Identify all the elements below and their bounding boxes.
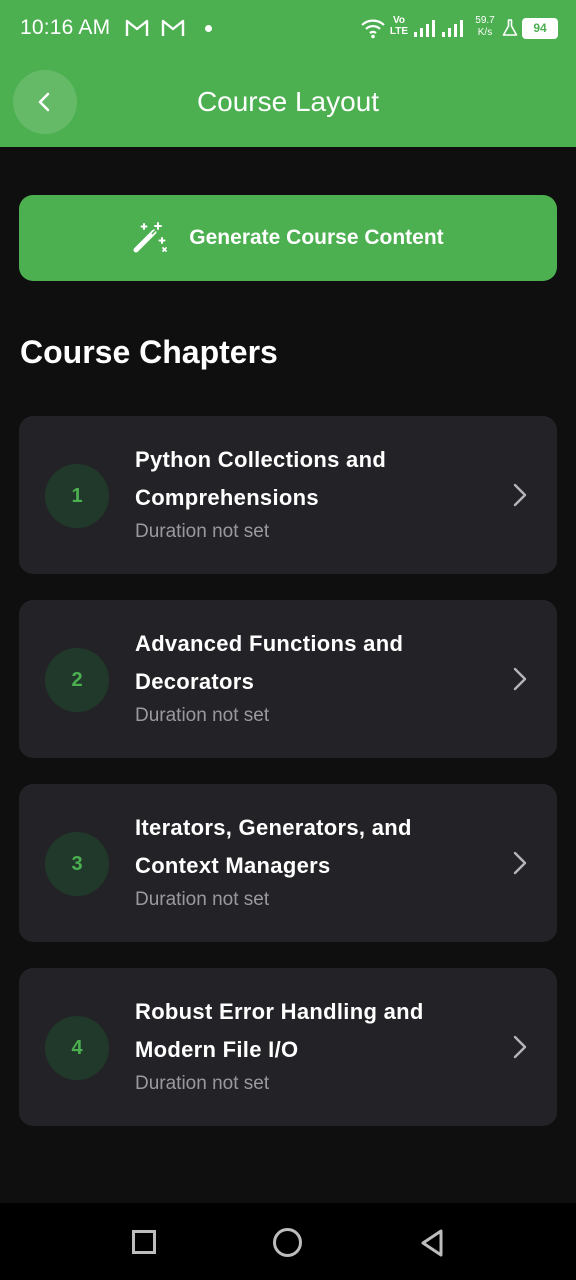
chapter-title: Python Collections and Comprehensions	[135, 447, 387, 510]
volte-indicator: Vo LTE	[388, 15, 410, 45]
chapter-number-badge: 3	[45, 832, 109, 896]
battery-indicator: 94	[522, 18, 558, 39]
recent-apps-button[interactable]	[132, 1230, 156, 1254]
flask-icon	[502, 19, 518, 36]
system-navigation-bar	[0, 1203, 576, 1280]
status-time: 10:16 AM	[20, 16, 111, 39]
chevron-right-icon	[513, 667, 527, 691]
magic-wand-icon	[133, 222, 168, 253]
network-speed-unit: K/s	[477, 27, 493, 38]
chapter-duration: Duration not set	[135, 1073, 270, 1094]
chapter-title: Iterators, Generators, and Context Manag…	[135, 815, 412, 878]
chapter-card[interactable]: 2 Advanced Functions and Decorators Dura…	[19, 600, 557, 758]
app-header: 10:16 AM Vo LTE 59.7 K/s 94 Course Layou…	[0, 0, 576, 147]
generate-button-label: Generate Course Content	[189, 226, 444, 249]
chapter-card[interactable]: 3 Iterators, Generators, and Context Man…	[19, 784, 557, 942]
status-bar: 10:16 AM Vo LTE 59.7 K/s 94	[0, 0, 576, 58]
chapter-duration: Duration not set	[135, 705, 270, 726]
wifi-icon	[361, 19, 385, 39]
signal-bars-icon	[414, 20, 463, 37]
notification-dot	[205, 25, 212, 32]
system-back-button[interactable]	[419, 1228, 445, 1258]
chapter-number-badge: 1	[45, 464, 109, 528]
generate-course-content-button[interactable]: Generate Course Content	[19, 195, 557, 281]
chevron-right-icon	[513, 851, 527, 875]
page-title: Course Layout	[196, 86, 380, 117]
home-button[interactable]	[273, 1228, 302, 1257]
chapter-number-badge: 4	[45, 1016, 109, 1080]
chapter-duration: Duration not set	[135, 521, 270, 542]
chapter-duration: Duration not set	[135, 889, 270, 910]
chapter-card[interactable]: 1 Python Collections and Comprehensions …	[19, 416, 557, 574]
chapter-title: Advanced Functions and Decorators	[135, 631, 404, 694]
gmail-icon	[125, 19, 149, 36]
section-title: Course Chapters	[20, 334, 278, 370]
chevron-right-icon	[513, 1035, 527, 1059]
chapter-title: Robust Error Handling and Modern File I/…	[135, 999, 424, 1062]
chapter-number-badge: 2	[45, 648, 109, 712]
chapter-card[interactable]: 4 Robust Error Handling and Modern File …	[19, 968, 557, 1126]
chevron-right-icon	[513, 483, 527, 507]
gmail-icon	[161, 19, 185, 36]
lte-label: LTE	[389, 26, 409, 37]
volte-label: Vo	[392, 15, 406, 26]
network-speed-value: 59.7	[475, 15, 495, 26]
network-speed: 59.7 K/s	[471, 15, 499, 45]
